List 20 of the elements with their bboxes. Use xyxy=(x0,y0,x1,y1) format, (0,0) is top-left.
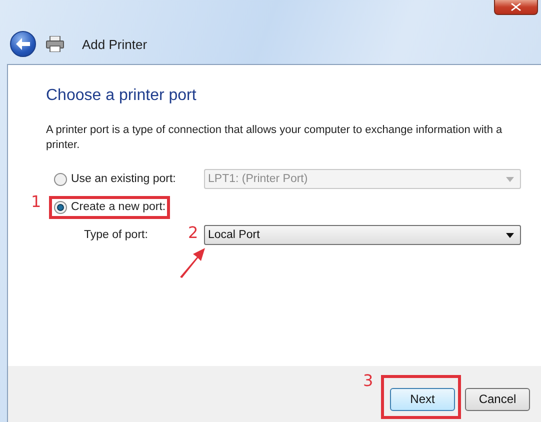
annotation-arrow xyxy=(178,247,206,279)
port-type-label: Type of port: xyxy=(84,229,148,241)
next-button[interactable]: Next xyxy=(390,388,455,410)
back-arrow-icon xyxy=(16,38,30,50)
printer-icon xyxy=(46,36,64,52)
window-title: Add Printer xyxy=(82,36,148,52)
back-button[interactable] xyxy=(10,31,36,57)
annotation-number: 3 xyxy=(363,370,374,390)
port-dropdown[interactable]: Local Port xyxy=(204,225,521,245)
port-option-radio[interactable]: Create a new port: xyxy=(54,200,166,214)
cancel-button[interactable]: Cancel xyxy=(465,388,530,410)
page-heading: Choose a printer port xyxy=(46,87,198,105)
annotation-number: 1 xyxy=(31,192,42,210)
close-icon xyxy=(511,3,521,11)
dropdown-arrow-icon xyxy=(506,176,514,182)
annotation-number: 2 xyxy=(188,223,198,242)
description-text: A printer port is a type of connection that allows your computer to exchange information with a printer. xyxy=(46,123,504,153)
dropdown-arrow-icon xyxy=(506,232,514,238)
port-option-radio[interactable]: Use an existing port: xyxy=(54,172,176,186)
close-button[interactable] xyxy=(494,0,538,15)
